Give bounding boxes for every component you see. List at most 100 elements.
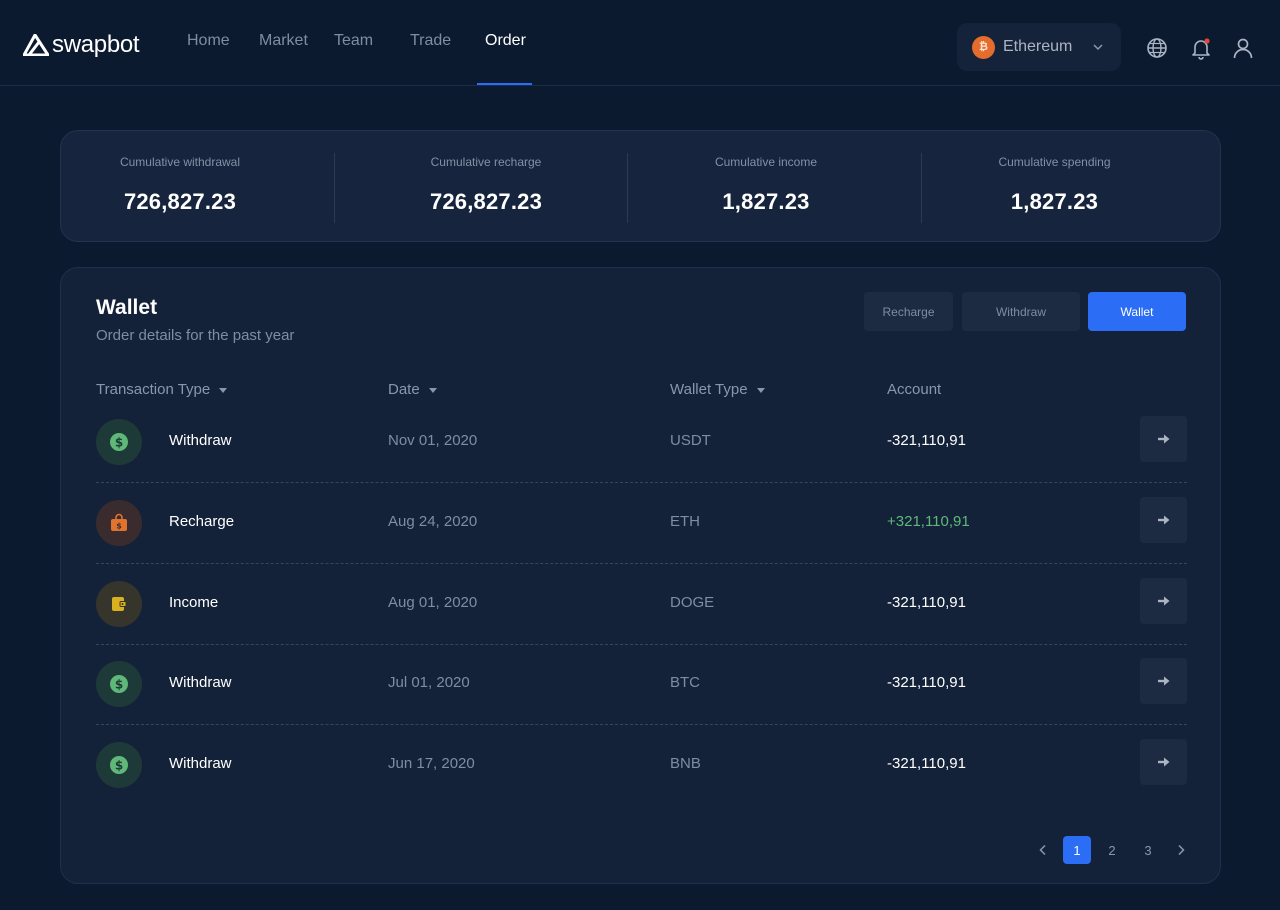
stats-summary-card: Cumulative withdrawal 726,827.23 Cumulat… [60,130,1221,242]
tab-recharge[interactable]: Recharge [864,292,953,331]
globe-icon[interactable] [1145,36,1169,60]
pagination-next-button[interactable] [1167,836,1195,864]
column-header-label: Date [388,381,420,398]
withdraw-type-icon: $ [96,419,142,465]
withdraw-type-icon: $ [96,661,142,707]
wallet-icon [112,597,127,611]
tab-withdraw[interactable]: Withdraw [962,292,1080,331]
row-date: Aug 01, 2020 [388,594,478,611]
table-row[interactable]: $ Recharge Aug 24, 2020 ETH +321,110,91 [96,497,1187,581]
arrow-right-icon [1157,757,1169,767]
stat-label: Cumulative withdrawal [119,155,241,169]
row-date: Nov 01, 2020 [388,432,478,449]
row-account-amount: -321,110,91 [887,674,966,691]
top-navigation-bar: swapbot Home Market Team Trade Order ₿ E… [0,0,1280,86]
dollar-icon: $ [110,433,128,451]
stat-label: Cumulative income [714,155,818,169]
row-account-amount: -321,110,91 [887,594,966,611]
column-header-label: Account [887,381,942,398]
stat-label: Cumulative recharge [430,155,542,169]
table-row[interactable]: $ Withdraw Nov 01, 2020 USDT -321,110,91 [96,416,1187,500]
stat-value: 1,827.23 [1010,189,1099,214]
row-wallet-type: USDT [670,432,711,449]
row-detail-button[interactable] [1140,578,1187,624]
chevron-down-icon [1093,44,1103,51]
withdraw-type-icon: $ [96,742,142,788]
svg-text:$: $ [116,522,122,531]
bitcoin-coin-icon: ₿ [972,35,995,59]
arrow-right-icon [1157,434,1169,444]
row-separator [96,644,1187,645]
table-row[interactable]: $ Withdraw Jun 17, 2020 BNB -321,110,91 [96,739,1187,823]
column-header-date[interactable]: Date [388,381,437,398]
row-separator [96,482,1187,483]
row-detail-button[interactable] [1140,416,1187,462]
chevron-left-icon [1039,844,1046,856]
row-detail-button[interactable] [1140,739,1187,785]
row-transaction-type: Income [169,594,219,611]
row-date: Jun 17, 2020 [388,755,475,772]
bag-icon: $ [111,513,127,531]
column-header-label: Wallet Type [670,381,748,398]
row-wallet-type: BNB [670,755,701,772]
arrow-right-icon [1157,515,1169,525]
network-selected-label: Ethereum [1003,38,1073,55]
tab-wallet[interactable]: Wallet [1088,292,1186,331]
user-icon[interactable] [1231,36,1255,60]
row-wallet-type: ETH [670,513,700,530]
row-account-amount: -321,110,91 [887,755,966,772]
row-transaction-type: Recharge [169,513,235,530]
pagination-page-1[interactable]: 1 [1063,836,1091,864]
dollar-icon: $ [110,675,128,693]
table-row[interactable]: Income Aug 01, 2020 DOGE -321,110,91 [96,578,1187,662]
column-header-wallet-type[interactable]: Wallet Type [670,381,765,398]
recharge-type-icon: $ [96,500,142,546]
nav-item-home[interactable]: Home [187,32,230,50]
income-type-icon [96,581,142,627]
stat-value: 726,827.23 [123,189,237,214]
stat-value: 726,827.23 [429,189,543,214]
caret-down-icon [428,388,437,393]
row-wallet-type: DOGE [670,594,715,611]
stat-cumulative-recharge: Cumulative recharge 726,827.23 [335,131,637,243]
row-detail-button[interactable] [1140,497,1187,543]
column-header-account: Account [887,381,941,398]
stat-cumulative-spending: Cumulative spending 1,827.23 [922,131,1187,243]
pagination-page-2[interactable]: 2 [1098,836,1126,864]
row-detail-button[interactable] [1140,658,1187,704]
caret-down-icon [756,388,765,393]
row-transaction-type: Withdraw [169,432,232,449]
pagination-prev-button[interactable] [1029,836,1057,864]
row-separator [96,724,1187,725]
nav-item-trade[interactable]: Trade [410,32,451,50]
svg-text:$: $ [115,436,123,450]
row-date: Jul 01, 2020 [388,674,470,691]
wallet-subtitle: Order details for the past year [96,327,295,344]
arrow-right-icon [1157,676,1169,686]
nav-item-market[interactable]: Market [259,32,308,50]
row-date: Aug 24, 2020 [388,513,478,530]
wallet-title: Wallet [96,296,158,319]
chevron-right-icon [1178,844,1185,856]
nav-item-team[interactable]: Team [334,32,373,50]
brand-logo[interactable]: swapbot [23,31,140,58]
row-account-amount: -321,110,91 [887,432,966,449]
dollar-icon: $ [110,756,128,774]
nav-item-order[interactable]: Order [485,32,526,50]
stat-cumulative-withdrawal: Cumulative withdrawal 726,827.23 [61,131,299,243]
brand-name: swapbot [52,31,140,58]
bell-icon[interactable] [1189,36,1213,60]
pagination: 1 2 3 [1029,836,1195,864]
svg-text:$: $ [115,678,123,692]
column-header-transaction-type[interactable]: Transaction Type [96,381,228,398]
svg-text:$: $ [115,759,123,773]
network-selector[interactable]: ₿ Ethereum [957,23,1121,71]
arrow-right-icon [1157,596,1169,606]
stat-label: Cumulative spending [998,155,1111,169]
row-account-amount: +321,110,91 [887,513,970,530]
stat-value: 1,827.23 [722,189,810,214]
table-row[interactable]: $ Withdraw Jul 01, 2020 BTC -321,110,91 [96,658,1187,742]
row-separator [96,563,1187,564]
active-nav-indicator [477,83,532,85]
pagination-page-3[interactable]: 3 [1134,836,1162,864]
